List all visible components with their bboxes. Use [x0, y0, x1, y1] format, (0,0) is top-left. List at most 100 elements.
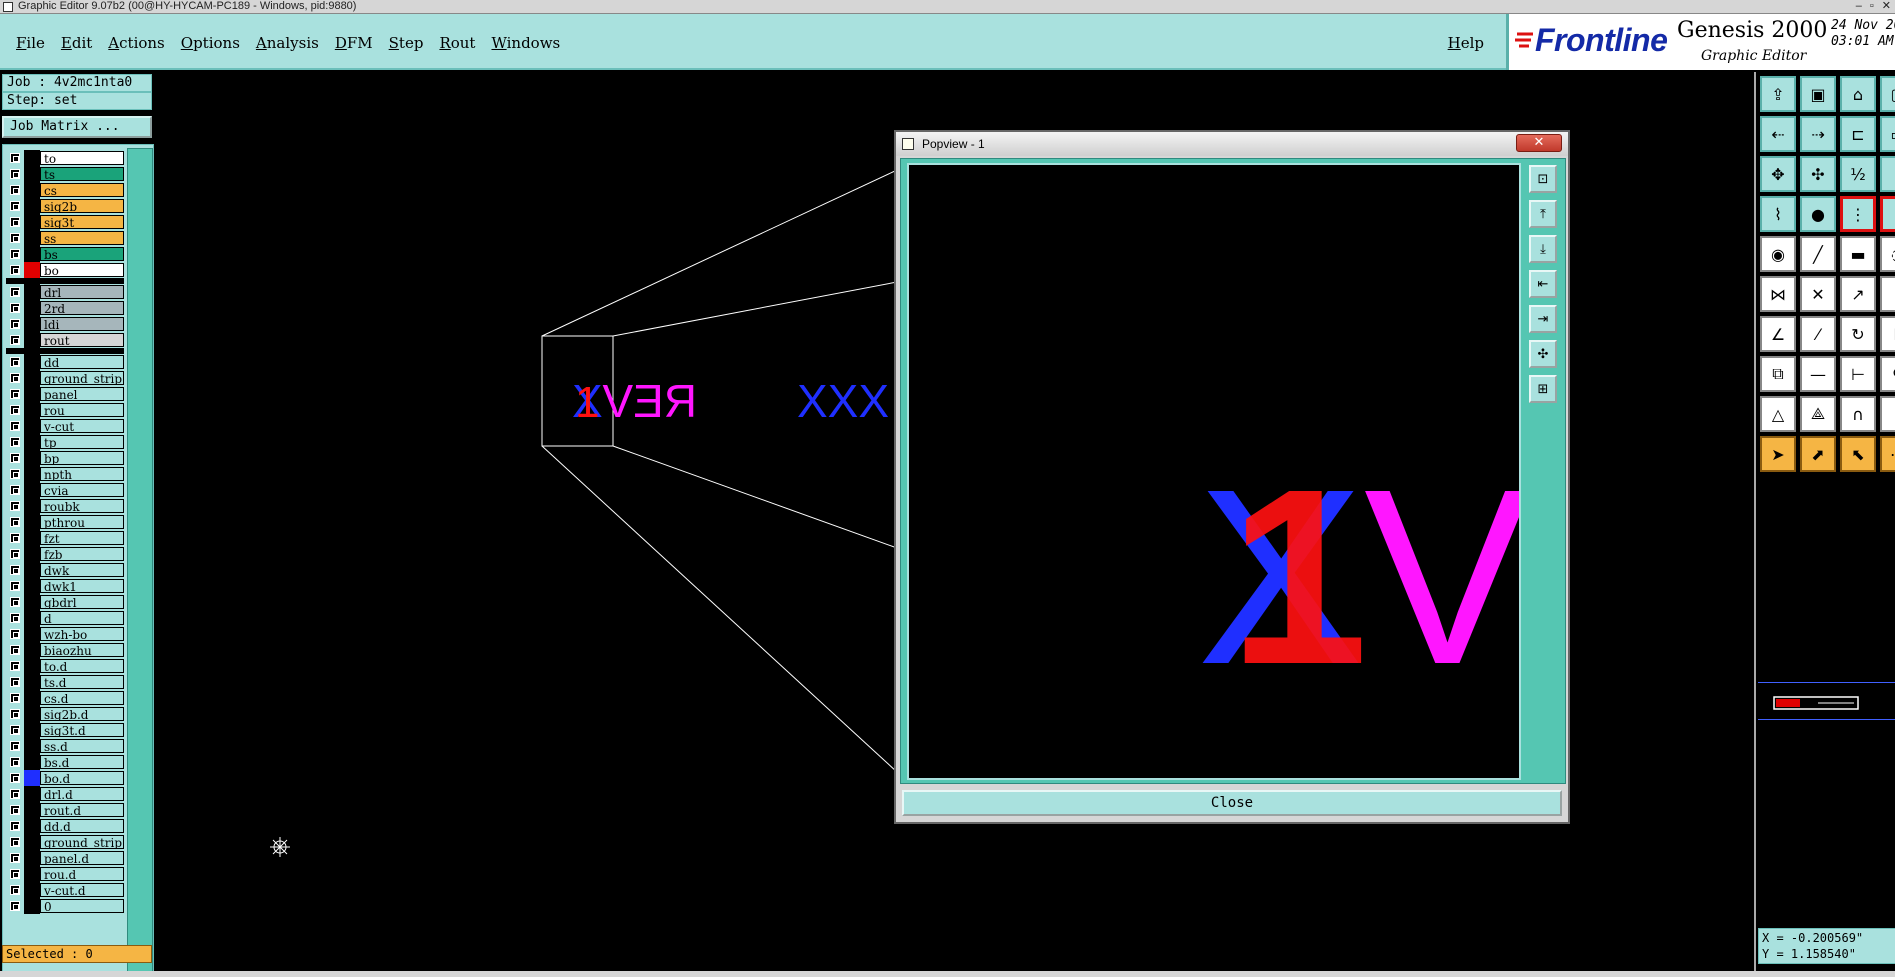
layer-row[interactable]: v-cut — [6, 418, 124, 434]
layer-checkbox[interactable] — [10, 249, 20, 259]
layer-row[interactable]: sig2b — [6, 198, 124, 214]
layer-name[interactable]: ground_strip — [40, 371, 124, 385]
layer-checkbox[interactable] — [10, 805, 20, 815]
layer-name[interactable]: cvia — [40, 483, 124, 497]
layer-row[interactable]: rou — [6, 402, 124, 418]
layer-row[interactable]: dwk1 — [6, 578, 124, 594]
layer-name[interactable]: ldi — [40, 317, 124, 331]
layer-checkbox[interactable] — [10, 885, 20, 895]
save-icon[interactable]: ▣ — [1800, 76, 1836, 112]
layer-name[interactable]: sig3t.d — [40, 723, 124, 737]
layer-name[interactable]: ss.d — [40, 739, 124, 753]
layer-checkbox[interactable] — [10, 661, 20, 671]
layer-color-swatch[interactable] — [24, 546, 40, 562]
layer-color-swatch[interactable] — [24, 450, 40, 466]
layer-color-swatch[interactable] — [24, 530, 40, 546]
node-connect-icon[interactable]: ⋈ — [1760, 276, 1796, 312]
layer-row[interactable]: roubk — [6, 498, 124, 514]
menu-options[interactable]: Options — [173, 34, 248, 52]
zoom-reset-icon[interactable]: ▭ — [1880, 116, 1895, 152]
layer-checkbox[interactable] — [10, 725, 20, 735]
layer-row[interactable]: drl.d — [6, 786, 124, 802]
layer-name[interactable]: pthrou — [40, 515, 124, 529]
layer-color-swatch[interactable] — [24, 300, 40, 316]
layer-row[interactable]: sig3t — [6, 214, 124, 230]
layer-row[interactable]: ldi — [6, 316, 124, 332]
zoom-window-icon[interactable]: ⊏ — [1840, 116, 1876, 152]
zoom-in-icon[interactable]: ⤒ — [1529, 200, 1557, 228]
zoom-area-icon[interactable]: ⊞ — [1529, 375, 1557, 403]
layer-checkbox[interactable] — [10, 469, 20, 479]
menu-analysis[interactable]: Analysis — [248, 34, 327, 52]
layer-color-swatch[interactable] — [24, 386, 40, 402]
ruler-icon[interactable]: ▬ — [1840, 236, 1876, 272]
dot-icon[interactable]: • — [1880, 276, 1895, 312]
job-matrix-button[interactable]: Job Matrix ... — [2, 116, 152, 138]
layer-row[interactable]: cs.d — [6, 690, 124, 706]
layer-row[interactable]: bs — [6, 246, 124, 262]
layer-checkbox[interactable] — [10, 613, 20, 623]
text-icon[interactable]: F — [1880, 316, 1895, 352]
layer-row[interactable]: drl — [6, 284, 124, 300]
menu-dfm[interactable]: DFM — [327, 34, 381, 52]
layer-checkbox[interactable] — [10, 357, 20, 367]
layer-color-swatch[interactable] — [24, 498, 40, 514]
layer-name[interactable]: fzb — [40, 547, 124, 561]
layer-color-swatch[interactable] — [24, 182, 40, 198]
layer-row[interactable]: cs — [6, 182, 124, 198]
layer-checkbox[interactable] — [10, 169, 20, 179]
layer-color-swatch[interactable] — [24, 674, 40, 690]
panel-icon[interactable]: ▯ — [1880, 156, 1895, 192]
layer-checkbox[interactable] — [10, 517, 20, 527]
layer-row[interactable]: fzb — [6, 546, 124, 562]
layer-name[interactable]: sig2b.d — [40, 707, 124, 721]
popview-close-button[interactable]: Close — [902, 790, 1562, 816]
layer-name[interactable]: wzh-bo — [40, 627, 124, 641]
layer-row[interactable]: panel — [6, 386, 124, 402]
move-point-icon[interactable]: ↗ — [1840, 276, 1876, 312]
layer-row[interactable]: sig3t.d — [6, 722, 124, 738]
menu-rout[interactable]: Rout — [431, 34, 483, 52]
layer-row[interactable]: sig2b.d — [6, 706, 124, 722]
layer-checkbox[interactable] — [10, 217, 20, 227]
menu-help[interactable]: Help — [1448, 34, 1484, 52]
layer-name[interactable]: gbdrl — [40, 595, 124, 609]
layer-color-swatch[interactable] — [24, 610, 40, 626]
layer-color-swatch[interactable] — [24, 738, 40, 754]
layer-checkbox[interactable] — [10, 437, 20, 447]
line-draw-icon[interactable]: ╱ — [1800, 236, 1836, 272]
layer-row[interactable]: v-cut.d — [6, 882, 124, 898]
layer-color-swatch[interactable] — [24, 198, 40, 214]
arch-icon[interactable]: ∩ — [1840, 396, 1876, 432]
layer-name[interactable]: panel.d — [40, 851, 124, 865]
layer-color-swatch[interactable] — [24, 370, 40, 386]
triangle-split-icon[interactable]: ⟁ — [1800, 396, 1836, 432]
layer-checkbox[interactable] — [10, 373, 20, 383]
layer-row[interactable]: rou.d — [6, 866, 124, 882]
open-step-icon[interactable]: ⇪ — [1760, 76, 1796, 112]
layer-row[interactable]: bo — [6, 262, 124, 278]
layer-row[interactable]: ts.d — [6, 674, 124, 690]
fit-profile-icon[interactable]: ✣ — [1800, 156, 1836, 192]
layer-color-swatch[interactable] — [24, 150, 40, 166]
layer-color-swatch[interactable] — [24, 514, 40, 530]
layer-color-swatch[interactable] — [24, 818, 40, 834]
snap-icon[interactable]: ● — [1800, 196, 1836, 232]
select-more-icon[interactable]: ⋯ — [1880, 436, 1895, 472]
minimize-button[interactable]: – — [1856, 0, 1862, 13]
layer-name[interactable]: dd.d — [40, 819, 124, 833]
layer-row[interactable]: panel.d — [6, 850, 124, 866]
layer-row[interactable]: pthrou — [6, 514, 124, 530]
layer-row[interactable]: d — [6, 610, 124, 626]
layer-name[interactable]: dd — [40, 355, 124, 369]
layer-name[interactable]: ground_strip — [40, 835, 124, 849]
layer-name[interactable]: 0 — [40, 899, 124, 913]
layer-row[interactable]: wzh-bo — [6, 626, 124, 642]
zoom-fit-icon[interactable]: ⊡ — [1529, 165, 1557, 193]
layer-name[interactable]: 2rd — [40, 301, 124, 315]
layer-checkbox[interactable] — [10, 389, 20, 399]
layer-color-swatch[interactable] — [24, 332, 40, 348]
layer-name[interactable]: rou — [40, 403, 124, 417]
layer-row[interactable]: 2rd — [6, 300, 124, 316]
layer-color-swatch[interactable] — [24, 466, 40, 482]
